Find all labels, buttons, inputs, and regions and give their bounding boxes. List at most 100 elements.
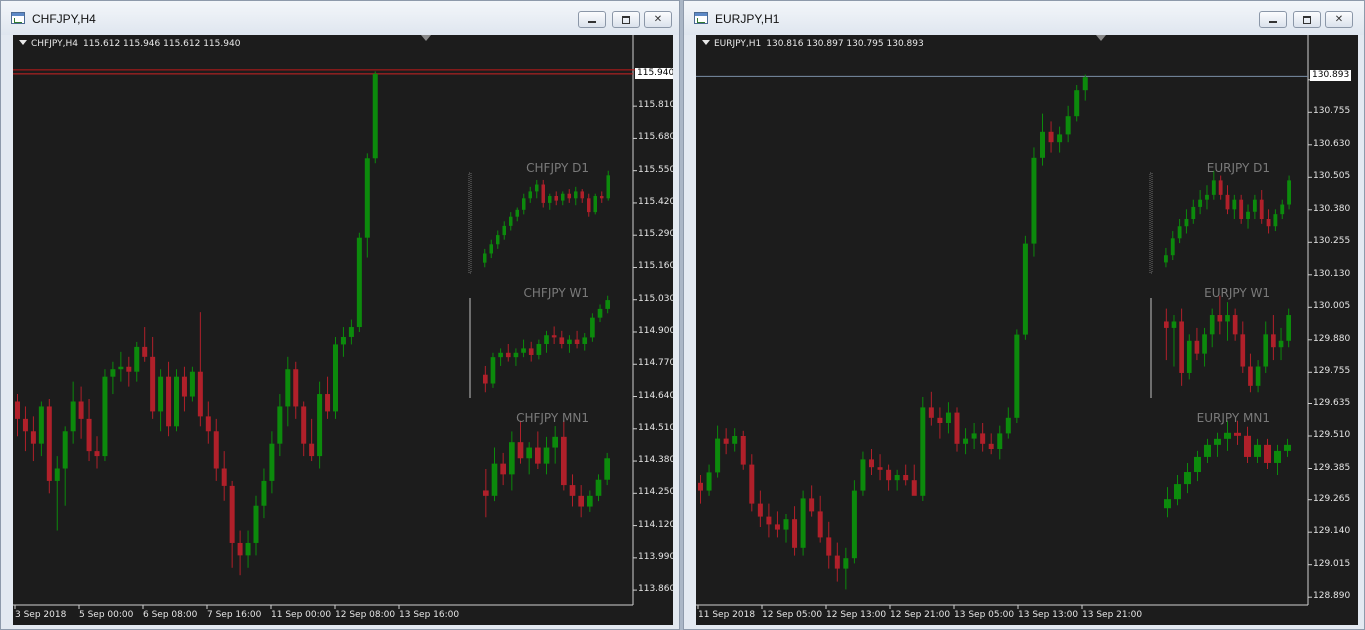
price-tick-label: 115.030: [638, 293, 673, 304]
candle-body: [293, 369, 299, 407]
candlestick-chart[interactable]: [696, 35, 1358, 625]
window-titlebar[interactable]: EURJPY,H1 ✕: [684, 1, 1364, 35]
candle: [954, 407, 960, 452]
candle-body: [1179, 321, 1184, 373]
mini-candle: [1225, 302, 1230, 341]
candle: [928, 391, 934, 426]
candle-body: [483, 490, 489, 496]
candle-body: [1246, 211, 1250, 219]
candle: [1031, 147, 1037, 257]
candle-body: [1194, 340, 1200, 354]
candle: [372, 71, 378, 164]
candle: [886, 464, 892, 491]
maximize-button[interactable]: [612, 11, 640, 28]
mini-candle: [595, 474, 602, 502]
candle: [783, 514, 789, 543]
time-tick-label: 12 Sep 21:00: [890, 610, 951, 620]
candle-body: [757, 503, 763, 517]
candle-body: [521, 348, 526, 353]
candle-body: [1234, 432, 1241, 436]
mini-candle: [597, 304, 603, 323]
candlestick-chart[interactable]: [13, 35, 673, 625]
time-tick-label: 5 Sep 00:00: [79, 610, 134, 620]
chart-shift-marker-icon[interactable]: [1096, 35, 1106, 41]
mini-candle: [605, 295, 610, 314]
mini-candle: [600, 191, 604, 203]
chart-window-chfjpy[interactable]: CHFJPY,H4 ✕ CHFJPY,H4 115.612 115.946 115…: [0, 0, 680, 630]
symbol-ohlc-header[interactable]: CHFJPY,H4 115.612 115.946 115.612 115.940: [19, 39, 240, 49]
price-tick-label: 114.900: [638, 326, 673, 336]
candle-body: [574, 191, 578, 199]
candle-body: [134, 346, 140, 372]
time-tick-label: 11 Sep 00:00: [271, 610, 332, 620]
minimize-button[interactable]: [1259, 11, 1287, 28]
close-button[interactable]: ✕: [644, 11, 672, 28]
candle-body: [851, 490, 857, 559]
mini-candle: [1263, 321, 1269, 373]
mini-candle: [1205, 185, 1209, 210]
mini-candle: [541, 179, 545, 208]
symbol-ohlc-header[interactable]: EURJPY,H1 130.816 130.897 130.795 130.893: [702, 39, 924, 49]
candle-body: [213, 431, 219, 469]
maximize-button[interactable]: [1293, 11, 1321, 28]
candle-body: [189, 371, 195, 397]
candle-body: [567, 193, 571, 199]
close-button[interactable]: ✕: [1325, 11, 1353, 28]
time-tick-label: 11 Sep 2018: [698, 610, 756, 620]
chart-area[interactable]: EURJPY,H1 130.816 130.897 130.795 130.893…: [696, 35, 1358, 625]
candle: [980, 423, 986, 452]
candle-body: [333, 344, 338, 412]
candle-body: [1074, 90, 1080, 117]
mini-candle: [604, 452, 610, 486]
mini-candle: [587, 193, 591, 217]
dropdown-arrow-icon[interactable]: [702, 40, 710, 45]
candle: [126, 356, 132, 387]
candle: [253, 495, 259, 556]
candle-body: [30, 431, 36, 444]
candle-body: [372, 73, 378, 159]
minimize-button[interactable]: [578, 11, 606, 28]
candle-body: [509, 442, 515, 475]
mini-candle: [578, 485, 584, 518]
chart-window-eurjpy[interactable]: EURJPY,H1 ✕ EURJPY,H1 130.816 130.897 130…: [683, 0, 1365, 630]
candle-body: [903, 475, 909, 481]
candle-body: [181, 376, 187, 397]
candle-body: [706, 472, 712, 491]
mini-chart-range-bar: [469, 298, 471, 398]
candle-body: [325, 394, 331, 412]
mini-candle: [1194, 327, 1200, 361]
candle-body: [1286, 315, 1291, 341]
mini-candle: [587, 490, 593, 512]
ohlc-values: 115.612 115.946 115.612 115.940: [82, 39, 241, 49]
price-tick-label: 129.880: [1313, 333, 1351, 344]
candle-body: [997, 433, 1003, 449]
window-titlebar[interactable]: CHFJPY,H4 ✕: [1, 1, 679, 35]
candle-body: [1170, 238, 1175, 256]
chart-area[interactable]: CHFJPY,H4 115.612 115.946 115.612 115.940…: [13, 35, 673, 625]
price-tick-label: 115.290: [638, 229, 673, 240]
candle: [826, 521, 832, 569]
candle-body: [1014, 334, 1020, 418]
mini-candle: [1284, 438, 1291, 457]
mini-candle: [500, 452, 506, 486]
candle-body: [118, 366, 124, 370]
candle: [971, 423, 977, 449]
mini-candle: [1286, 308, 1291, 348]
candle-body: [517, 442, 524, 459]
candle: [62, 426, 68, 506]
chart-shift-marker-icon[interactable]: [421, 35, 431, 41]
candle-body: [483, 253, 487, 263]
candle: [197, 312, 203, 427]
candle-body: [1174, 484, 1181, 500]
candle: [317, 381, 323, 469]
candle: [698, 475, 703, 504]
candle: [229, 480, 235, 568]
mini-candle: [496, 230, 500, 249]
candle: [110, 361, 116, 395]
candle-body: [535, 447, 541, 464]
dropdown-arrow-icon[interactable]: [19, 40, 27, 45]
mini-candle: [1164, 308, 1169, 361]
candle-body: [582, 337, 588, 344]
candle-body: [502, 225, 506, 236]
candle: [285, 356, 291, 427]
